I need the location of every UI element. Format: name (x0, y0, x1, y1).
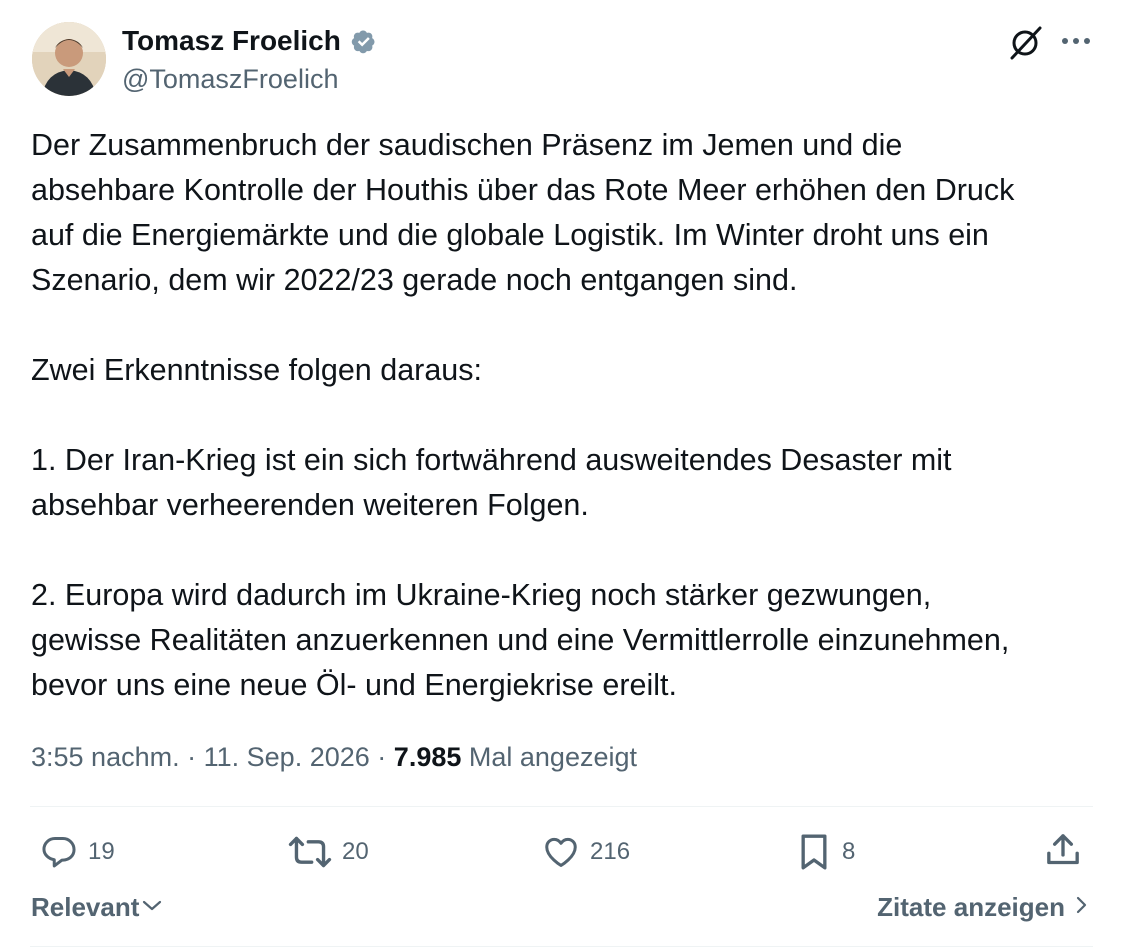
author-handle[interactable]: @TomaszFroelich (122, 62, 338, 96)
reply-button[interactable]: 19 (40, 830, 115, 874)
sort-dropdown[interactable]: Relevant (31, 892, 163, 923)
like-button[interactable]: 216 (542, 830, 630, 874)
reply-icon (40, 833, 78, 871)
divider (30, 946, 1093, 947)
grok-icon[interactable] (1006, 22, 1046, 62)
bookmark-count: 8 (842, 838, 856, 865)
tweet-text: Der Zusammenbruch der saudischen Präsenz… (31, 128, 1015, 702)
view-quotes-link[interactable]: Zitate anzeigen (877, 892, 1089, 923)
chevron-down-icon (141, 892, 163, 923)
author-name-row[interactable]: Tomasz Froelich (122, 24, 379, 58)
share-icon (1043, 830, 1083, 875)
share-button[interactable] (1043, 830, 1085, 874)
avatar[interactable] (32, 22, 106, 96)
chevron-right-icon (1073, 892, 1089, 923)
repost-count: 20 (342, 838, 369, 865)
views-count: 7.985 (393, 742, 462, 772)
tweet-date[interactable]: 11. Sep. 2026 (204, 742, 370, 772)
tweet-time[interactable]: 3:55 nachm. (31, 742, 180, 772)
tweet-meta: 3:55 nachm. · 11. Sep. 2026 · 7.985 Mal … (31, 737, 637, 777)
sort-label: Relevant (31, 892, 140, 922)
more-icon[interactable] (1058, 26, 1094, 56)
view-quotes-label: Zitate anzeigen (877, 892, 1065, 922)
meta-separator: · (187, 742, 197, 772)
verified-badge-icon[interactable] (349, 26, 379, 56)
author-display-name[interactable]: Tomasz Froelich (122, 24, 341, 58)
like-count: 216 (590, 838, 631, 865)
bookmark-button[interactable]: 8 (796, 830, 855, 874)
meta-separator: · (377, 742, 387, 772)
divider (30, 806, 1093, 807)
bookmark-icon (796, 832, 832, 872)
avatar-image (32, 22, 106, 96)
views-label: Mal angezeigt (468, 742, 637, 772)
repost-button[interactable]: 20 (288, 830, 369, 874)
reply-count: 19 (88, 838, 115, 865)
heart-icon (542, 833, 580, 871)
repost-icon (288, 833, 332, 871)
